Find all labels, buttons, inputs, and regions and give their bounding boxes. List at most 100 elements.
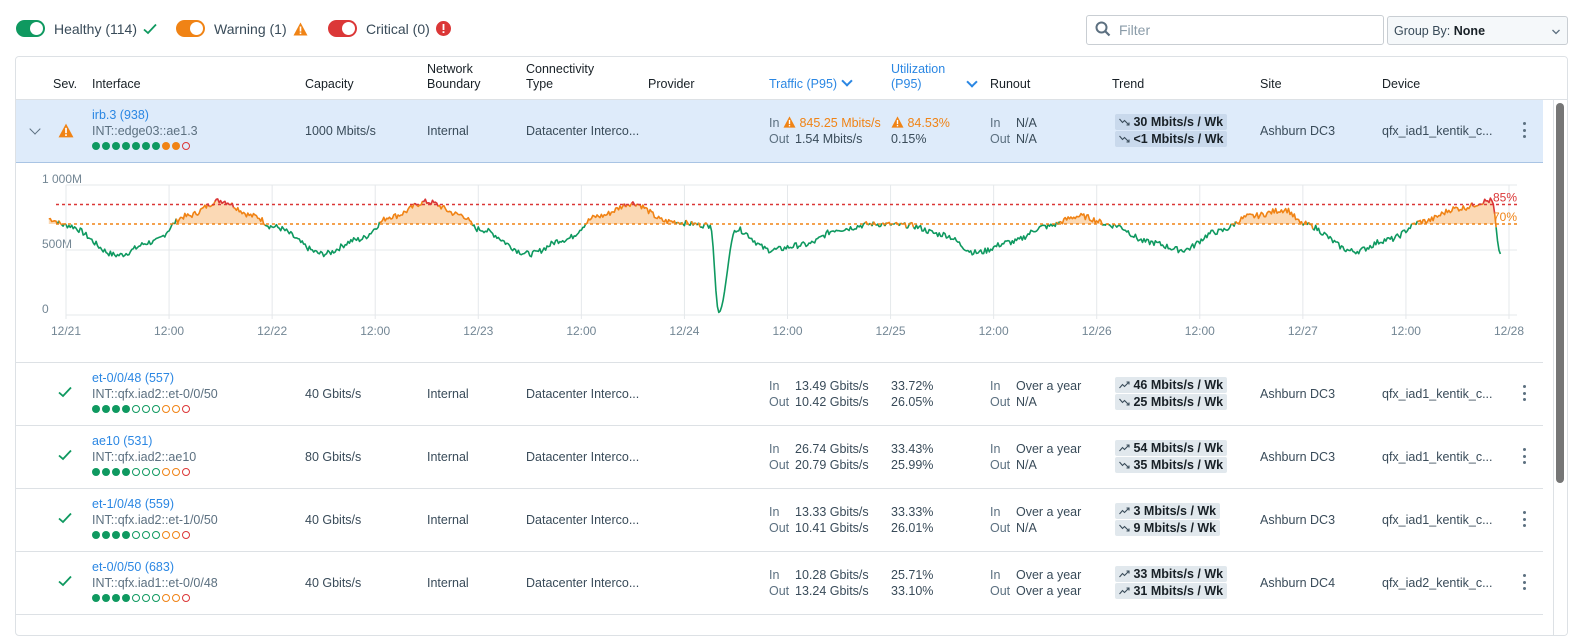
table-row[interactable]: et-1/0/48 (559) INT::qfx.iad2::et-1/0/50…	[16, 489, 1543, 552]
interface-name-link[interactable]: et-0/0/48 (557)	[92, 370, 218, 386]
utilization-cell: 33.33% 26.01%	[891, 504, 933, 536]
trend-out-value: 9 Mbits/s / Wk	[1133, 521, 1217, 535]
table-row[interactable]: ae10 (531) INT::qfx.iad2::ae10 80 Gbits/…	[16, 426, 1543, 489]
history-dots	[92, 468, 196, 476]
trend-cell: 46 Mbits/s / Wk 25 Mbits/s / Wk	[1115, 377, 1228, 411]
column-device[interactable]: Device	[1382, 77, 1420, 92]
connectivity-type: Datacenter Interco...	[526, 124, 640, 138]
column-traffic[interactable]: Traffic (P95)	[769, 75, 853, 92]
trend-in-value: 46 Mbits/s / Wk	[1133, 378, 1224, 392]
history-dot	[182, 531, 190, 539]
table-row[interactable]: irb.3 (938) INT::edge03::ae1.3 1000 Mbit…	[16, 100, 1543, 163]
table-row[interactable]: et-0/0/48 (557) INT::qfx.iad2::et-0/0/50…	[16, 363, 1543, 426]
trend-in-pill: 33 Mbits/s / Wk	[1115, 566, 1228, 582]
warning-filter-label: Warning (1)	[214, 20, 287, 37]
capacity: 40 Gbits/s	[305, 387, 362, 401]
interface-name-link[interactable]: et-0/0/50 (683)	[92, 559, 218, 575]
critical-filter[interactable]: Critical (0)	[328, 20, 451, 37]
traffic-in: 26.74 Gbits/s	[795, 442, 869, 456]
traffic-series-line	[264, 221, 381, 258]
check-icon	[58, 386, 72, 402]
interface-description: INT::qfx.iad1::et-0/0/48	[92, 576, 218, 590]
utilization-in: 33.33%	[891, 505, 934, 519]
interface-name-link[interactable]: et-1/0/48 (559)	[92, 496, 218, 512]
traffic-series-line	[706, 222, 866, 314]
warning-toggle[interactable]	[176, 20, 205, 37]
x-tick-label: 12/24	[669, 324, 699, 338]
device: qfx_iad1_kentik_c...	[1382, 513, 1493, 527]
critical-exclamation-icon	[435, 21, 451, 36]
column-sev[interactable]: Sev.	[53, 77, 77, 92]
site: Ashburn DC3	[1260, 513, 1336, 527]
critical-toggle[interactable]	[328, 20, 357, 37]
x-tick-label: 12:00	[566, 324, 596, 338]
column-site[interactable]: Site	[1260, 77, 1282, 92]
sort-chevron-icon[interactable]	[966, 76, 978, 88]
more-actions-icon[interactable]	[1523, 511, 1527, 527]
traffic-series-line	[65, 222, 175, 258]
traffic-cell: In 26.74 Gbits/s Out 20.79 Gbits/s	[769, 441, 869, 473]
column-interface[interactable]: Interface	[92, 77, 141, 92]
history-dot	[182, 468, 190, 476]
history-dot	[92, 531, 100, 539]
warning-area-fill	[48, 198, 1497, 224]
in-label: In	[990, 568, 1001, 582]
interfaces-table: Sev. Interface Capacity Network Boundary…	[15, 56, 1568, 636]
x-tick-label: 12/22	[257, 324, 287, 338]
interface-name-link[interactable]: ae10 (531)	[92, 433, 196, 449]
more-actions-icon[interactable]	[1523, 385, 1527, 401]
more-actions-icon[interactable]	[1523, 574, 1527, 590]
utilization-out: 26.05%	[891, 395, 934, 409]
trend-cell: 33 Mbits/s / Wk 31 Mbits/s / Wk	[1115, 566, 1228, 600]
interface-cell: et-0/0/50 (683) INT::qfx.iad1::et-0/0/48	[92, 559, 218, 602]
more-actions-icon[interactable]	[1523, 122, 1527, 138]
warning-triangle-icon	[891, 116, 904, 130]
group-by-select[interactable]: Group By: None	[1387, 16, 1568, 45]
warning-filter[interactable]: Warning (1)	[176, 20, 308, 37]
history-dot	[112, 405, 120, 413]
column-network-boundary[interactable]: Network Boundary	[427, 62, 497, 92]
chevron-down-icon	[1551, 24, 1561, 38]
scrollbar-thumb[interactable]	[1556, 103, 1564, 483]
trend-out-icon	[1119, 458, 1130, 472]
traffic-series-line	[892, 222, 896, 226]
traffic-in: 845.25 Mbits/s	[783, 116, 881, 130]
runout-cell: In Over a year Out N/A	[990, 378, 1081, 410]
trend-out-icon	[1119, 132, 1130, 146]
runout-in: Over a year	[1016, 442, 1082, 456]
history-dot	[182, 405, 190, 413]
filter-input[interactable]	[1117, 21, 1367, 39]
column-utilization[interactable]: Utilization (P95)	[891, 62, 959, 92]
trend-out-value: <1 Mbits/s / Wk	[1133, 132, 1224, 146]
expand-chevron-icon[interactable]	[29, 123, 41, 135]
history-dot	[112, 468, 120, 476]
site: Ashburn DC3	[1260, 124, 1336, 138]
traffic-chart-svg: 0 500M 1 000M 12/21 12:00 12/22 12:00 12/23 12:0…	[42, 172, 1524, 338]
interface-name-link[interactable]: irb.3 (938)	[92, 107, 198, 123]
traffic-cell: In 13.33 Gbits/s Out 10.41 Gbits/s	[769, 504, 869, 536]
trend-in-value: 30 Mbits/s / Wk	[1133, 115, 1224, 129]
table-row[interactable]: et-0/0/50 (683) INT::qfx.iad1::et-0/0/48…	[16, 552, 1543, 615]
history-dot	[142, 594, 150, 602]
healthy-filter[interactable]: Healthy (114)	[16, 20, 157, 37]
utilization-out: 0.15%	[891, 132, 927, 146]
network-boundary: Internal	[427, 124, 469, 138]
interface-cell: irb.3 (938) INT::edge03::ae1.3	[92, 107, 198, 150]
column-trend[interactable]: Trend	[1112, 77, 1144, 92]
healthy-toggle[interactable]	[16, 20, 45, 37]
filter-field[interactable]	[1086, 15, 1384, 45]
interface-cell: et-1/0/48 (559) INT::qfx.iad2::et-1/0/50	[92, 496, 218, 539]
traffic-series-line	[58, 220, 63, 226]
column-capacity[interactable]: Capacity	[305, 77, 354, 92]
toolbar: Healthy (114) Warning (1) Critical (0) G…	[0, 0, 1583, 56]
more-actions-icon[interactable]	[1523, 448, 1527, 464]
trend-out-value: 35 Mbits/s / Wk	[1133, 458, 1224, 472]
column-provider[interactable]: Provider	[648, 77, 695, 92]
trend-in-icon	[1119, 115, 1130, 129]
column-connectivity-type[interactable]: Connectivity Type	[526, 62, 606, 92]
connectivity-type: Datacenter Interco...	[526, 387, 640, 401]
y-tick-label: 500M	[42, 237, 72, 251]
history-dot	[92, 405, 100, 413]
utilization-out: 25.99%	[891, 458, 934, 472]
column-runout[interactable]: Runout	[990, 77, 1030, 92]
